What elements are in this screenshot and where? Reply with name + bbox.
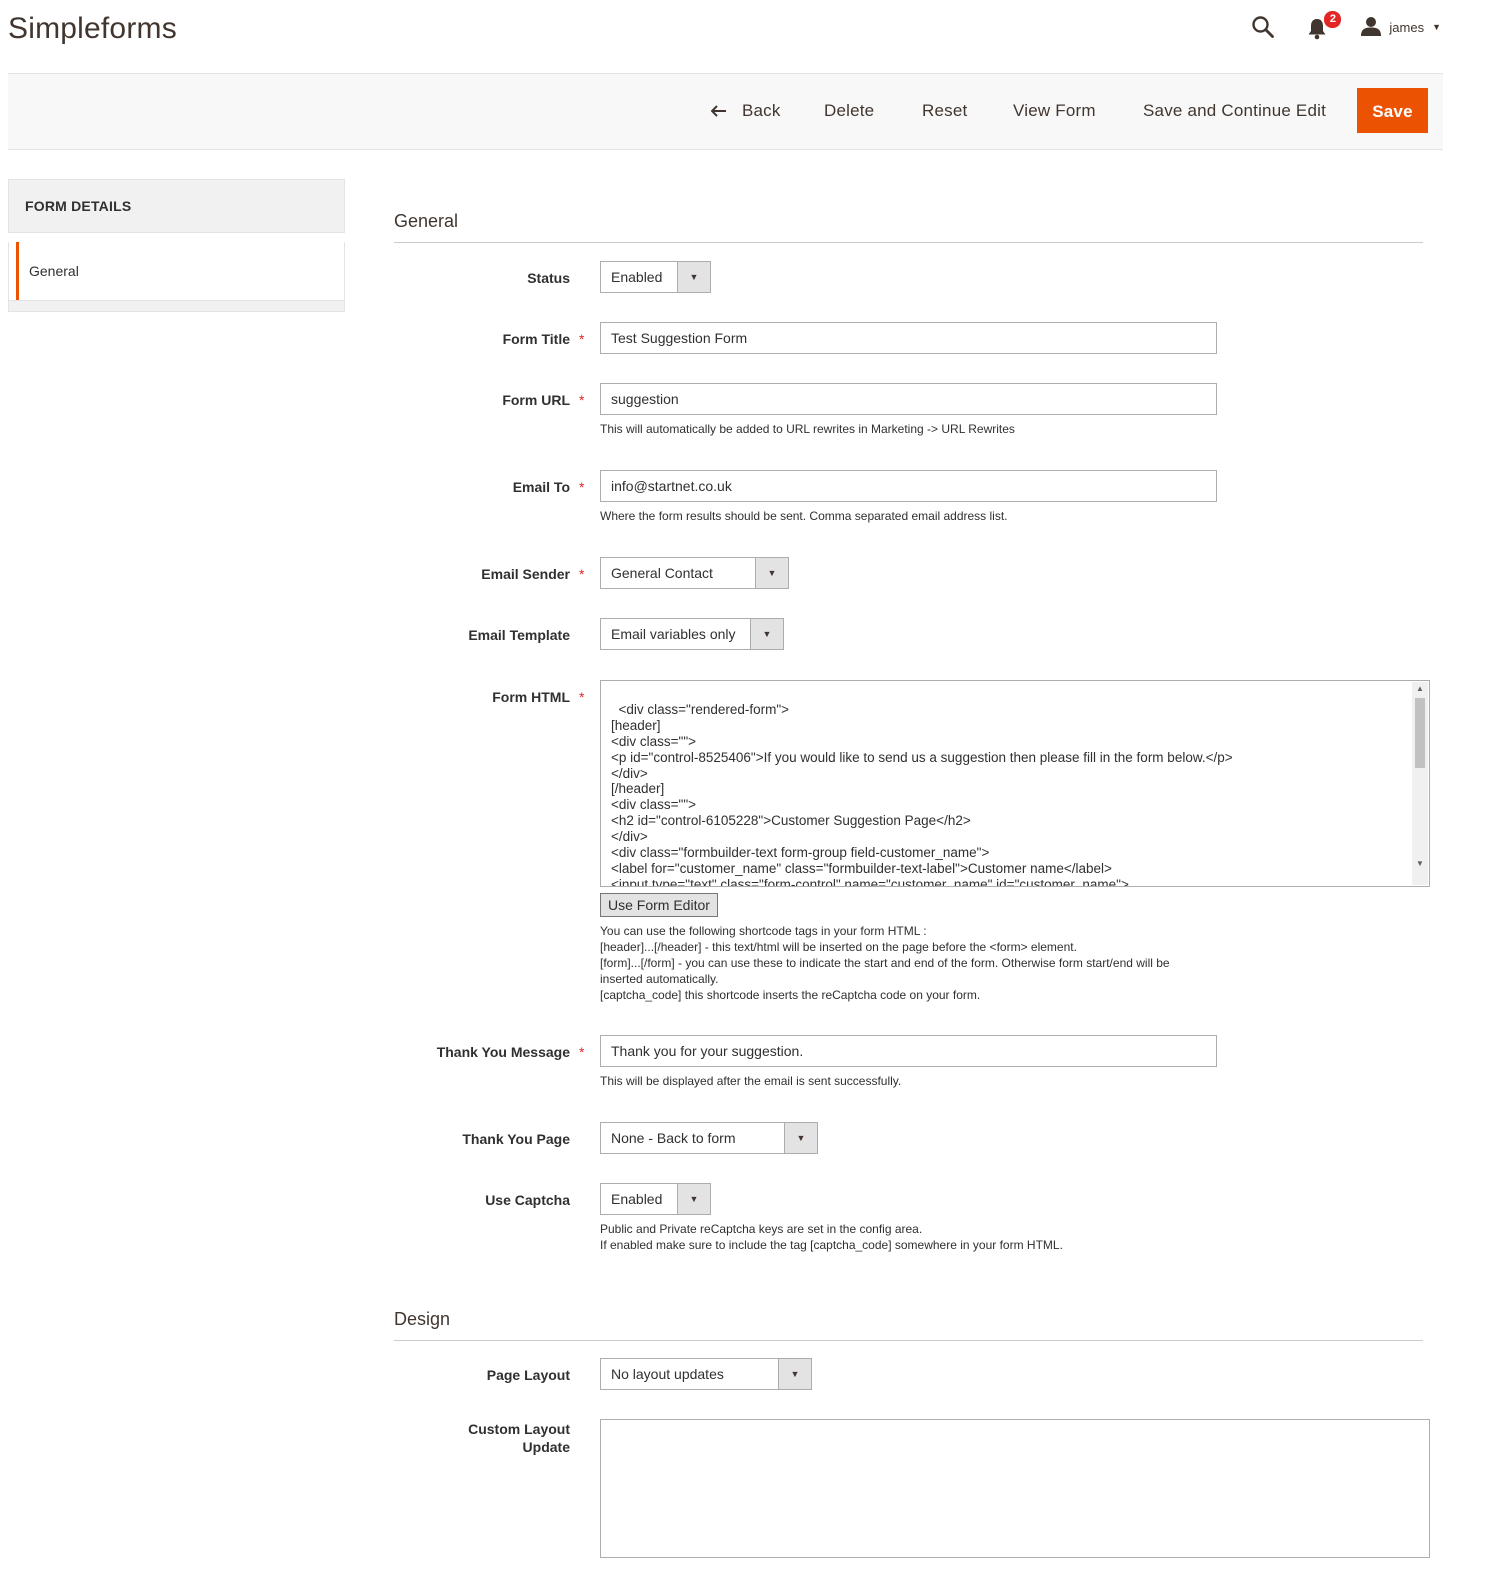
use-captcha-note-1: Public and Private reCaptcha keys are se… (600, 1222, 923, 1236)
form-url-note: This will automatically be added to URL … (600, 422, 1015, 436)
section-title-design: Design (394, 1309, 451, 1329)
form-html-note-3: [form]...[/form] - you can use these to … (600, 956, 1170, 970)
thank-you-page-select[interactable]: None - Back to form ▼ (600, 1122, 818, 1154)
form-title-label: Form Title (502, 331, 570, 347)
scroll-thumb[interactable] (1415, 698, 1425, 768)
custom-layout-textarea[interactable] (600, 1419, 1430, 1558)
page-layout-label: Page Layout (486, 1367, 570, 1383)
sidebar-title: FORM DETAILS (8, 179, 345, 233)
status-select-value: Enabled (611, 269, 663, 285)
required-asterisk: * (579, 566, 585, 582)
save-continue-button[interactable]: Save and Continue Edit (1128, 88, 1341, 133)
save-button[interactable]: Save (1357, 88, 1428, 133)
thank-you-message-input[interactable] (600, 1035, 1217, 1067)
custom-layout-label-line1: Custom Layout (468, 1421, 570, 1437)
email-sender-label: Email Sender (481, 566, 570, 582)
form-html-scrollbar[interactable]: ▲ ▼ (1412, 682, 1428, 885)
delete-button[interactable]: Delete (809, 88, 889, 133)
thank-you-message-note: This will be displayed after the email i… (600, 1074, 902, 1088)
page-actions-toolbar: Back Delete Reset View Form Save and Con… (8, 73, 1443, 150)
chevron-down-icon: ▼ (677, 1184, 710, 1214)
email-template-select[interactable]: Email variables only ▼ (600, 618, 784, 650)
thank-you-message-label: Thank You Message (436, 1044, 570, 1060)
thank-you-page-select-value: None - Back to form (611, 1130, 736, 1146)
search-icon[interactable] (1251, 15, 1275, 39)
arrow-left-icon (710, 101, 732, 120)
page-layout-select[interactable]: No layout updates ▼ (600, 1358, 812, 1390)
form-html-note-4: inserted automatically. (600, 972, 719, 986)
sidebar: FORM DETAILS General (8, 179, 345, 312)
user-menu[interactable]: james ▼ (1361, 16, 1441, 39)
form-title-input[interactable] (600, 322, 1217, 354)
required-asterisk: * (579, 689, 585, 705)
resize-grip-icon[interactable] (1416, 1544, 1428, 1556)
page-layout-select-value: No layout updates (611, 1366, 724, 1382)
email-template-label: Email Template (468, 627, 570, 643)
use-captcha-select[interactable]: Enabled ▼ (600, 1183, 711, 1215)
required-asterisk: * (579, 1044, 585, 1060)
use-captcha-note-2: If enabled make sure to include the tag … (600, 1238, 1063, 1252)
use-captcha-select-value: Enabled (611, 1191, 663, 1207)
back-button[interactable]: Back (696, 88, 796, 133)
chevron-down-icon: ▼ (1432, 22, 1441, 32)
required-asterisk: * (579, 392, 585, 408)
notifications-count-badge: 2 (1323, 10, 1343, 29)
user-name: james (1389, 19, 1425, 35)
email-template-select-value: Email variables only (611, 626, 736, 642)
email-sender-select[interactable]: General Contact ▼ (600, 557, 789, 589)
form-html-note-2: [header]...[/header] - this text/html wi… (600, 940, 1077, 954)
sidebar-item-general[interactable]: General (8, 242, 345, 301)
sidebar-footer (8, 301, 345, 312)
user-icon (1361, 16, 1382, 39)
form-html-textarea-content: <div class="rendered-form"> [header] <di… (611, 701, 1233, 887)
form-html-label: Form HTML (492, 689, 570, 705)
email-to-note: Where the form results should be sent. C… (600, 509, 1008, 523)
scroll-down-icon[interactable]: ▼ (1412, 857, 1428, 871)
view-form-button[interactable]: View Form (998, 88, 1111, 133)
form-url-label: Form URL (502, 392, 570, 408)
chevron-down-icon: ▼ (750, 619, 783, 649)
chevron-down-icon: ▼ (677, 262, 710, 292)
scroll-up-icon[interactable]: ▲ (1412, 682, 1428, 696)
email-sender-select-value: General Contact (611, 565, 713, 581)
email-to-label: Email To (512, 479, 570, 495)
thank-you-page-label: Thank You Page (462, 1131, 570, 1147)
required-asterisk: * (579, 479, 585, 495)
section-title-general: General (394, 211, 459, 231)
chevron-down-icon: ▼ (755, 558, 788, 588)
email-to-input[interactable] (600, 470, 1217, 502)
use-form-editor-button[interactable]: Use Form Editor (600, 893, 718, 917)
form-html-textarea[interactable]: <div class="rendered-form"> [header] <di… (600, 680, 1430, 887)
required-asterisk: * (579, 331, 585, 347)
form-url-input[interactable] (600, 383, 1217, 415)
custom-layout-label: Custom Layout Update (310, 1420, 570, 1456)
section-divider (394, 242, 1423, 243)
form-html-note-1: You can use the following shortcode tags… (600, 924, 927, 938)
notifications-bell-icon[interactable]: 2 (1307, 10, 1343, 40)
form-html-note-5: [captcha_code] this shortcode inserts th… (600, 988, 981, 1002)
status-select[interactable]: Enabled ▼ (600, 261, 711, 293)
resize-grip-icon[interactable] (1416, 873, 1428, 885)
back-button-label: Back (741, 101, 781, 120)
use-captcha-label: Use Captcha (485, 1192, 570, 1208)
page-title: Simpleforms (8, 12, 177, 45)
status-label: Status (527, 270, 570, 286)
header-actions: 2 james ▼ (1251, 10, 1441, 42)
chevron-down-icon: ▼ (784, 1123, 817, 1153)
section-divider (394, 1340, 1423, 1341)
chevron-down-icon: ▼ (778, 1359, 811, 1389)
custom-layout-label-line2: Update (522, 1439, 570, 1455)
reset-button[interactable]: Reset (907, 88, 982, 133)
